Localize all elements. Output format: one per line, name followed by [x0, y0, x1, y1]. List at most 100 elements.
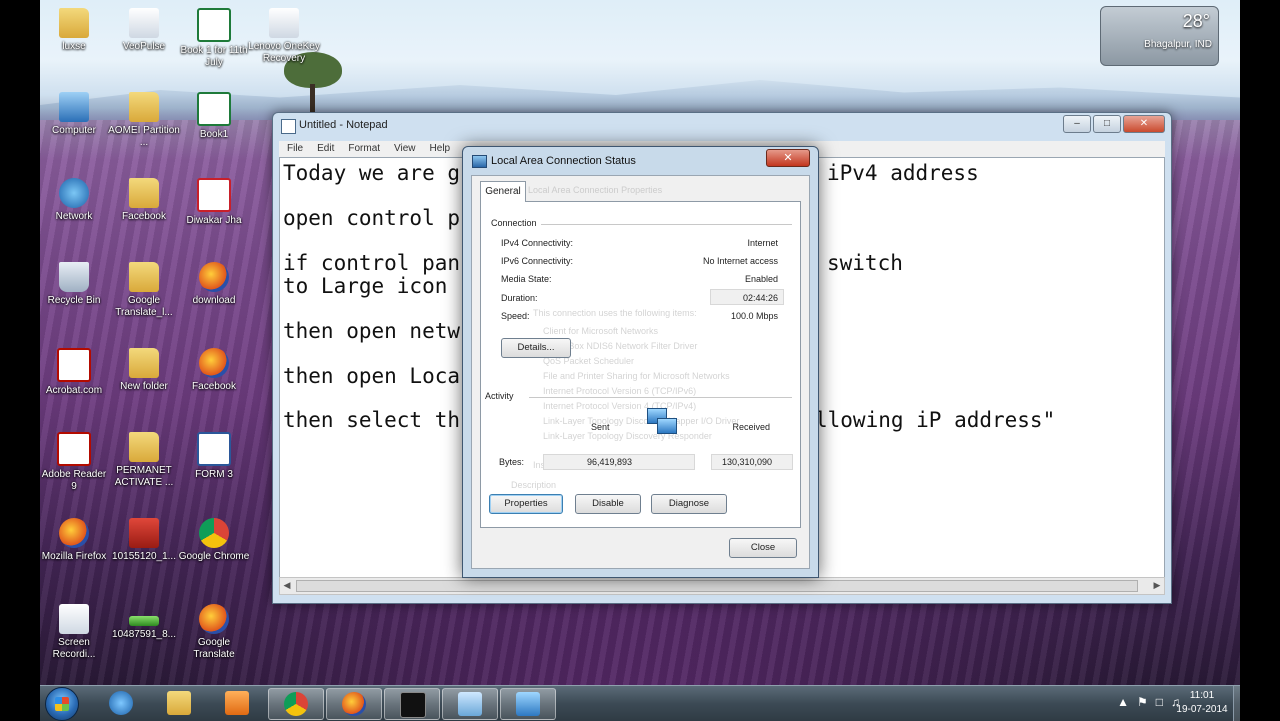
- text-line: open control p: [283, 206, 461, 230]
- taskbar-file-explorer[interactable]: [152, 688, 206, 718]
- taskbar-internet-explorer[interactable]: [94, 688, 148, 718]
- weather-city: Bhagalpur, IND: [1144, 39, 1212, 50]
- desktop-icon[interactable]: AOMEI Partition ...: [108, 92, 180, 149]
- recycle-bin-icon: [59, 262, 89, 292]
- text-line: then open Loca: [283, 364, 461, 388]
- menu-help[interactable]: Help: [430, 141, 451, 157]
- system-tray: ▲ ⚑ □ ♫: [1117, 695, 1180, 709]
- menu-file[interactable]: File: [287, 141, 303, 157]
- diagnose-button[interactable]: Diagnose: [651, 494, 727, 514]
- menu-view[interactable]: View: [394, 141, 416, 157]
- desktop-icon[interactable]: New folder: [108, 348, 180, 393]
- excel-icon: [197, 92, 231, 126]
- notepad-icon: [458, 692, 482, 716]
- folder-icon: [59, 8, 89, 38]
- connection-status-dialog[interactable]: Local Area Connection Status ✕ General L…: [462, 146, 819, 578]
- scroll-thumb[interactable]: [296, 580, 1138, 592]
- duration-value: 02:44:26: [742, 293, 778, 303]
- ipv6-label: IPv6 Connectivity:: [501, 256, 574, 266]
- desktop-icon[interactable]: Adobe Reader 9: [38, 432, 110, 493]
- taskbar-command-prompt[interactable]: [384, 688, 440, 720]
- desktop-icon[interactable]: Acrobat.com: [38, 348, 110, 397]
- folder-icon: [129, 178, 159, 208]
- taskbar-firefox[interactable]: [326, 688, 382, 720]
- desktop-icon[interactable]: Book 1 for 11th July: [178, 8, 250, 69]
- tab-general[interactable]: General: [480, 181, 526, 202]
- taskbar-media-player[interactable]: [210, 688, 264, 718]
- text-line: then select th: [283, 408, 461, 432]
- scroll-left-icon[interactable]: ◀: [280, 578, 294, 592]
- desktop-icon[interactable]: Mozilla Firefox: [38, 518, 110, 563]
- taskbar-notepad[interactable]: [442, 688, 498, 720]
- firefox-icon: [342, 692, 366, 716]
- clock[interactable]: 11:01 19-07-2014: [1172, 689, 1232, 717]
- menu-format[interactable]: Format: [348, 141, 380, 157]
- desktop-icon[interactable]: VeoPulse: [108, 8, 180, 53]
- window-title: Untitled - Notepad: [299, 119, 388, 131]
- dialog-body: General Local Area Connection Properties…: [471, 175, 810, 569]
- show-desktop-button[interactable]: [1233, 686, 1240, 721]
- desktop-icon[interactable]: Computer: [38, 92, 110, 137]
- scroll-right-icon[interactable]: ▶: [1150, 578, 1164, 592]
- flag-icon[interactable]: ⚑: [1137, 695, 1148, 709]
- folder-icon: [129, 348, 159, 378]
- close-button[interactable]: Close: [729, 538, 797, 558]
- horizontal-scrollbar[interactable]: ◀ ▶: [279, 577, 1165, 595]
- menu-edit[interactable]: Edit: [317, 141, 334, 157]
- firefox-icon: [199, 348, 229, 378]
- desktop-icon[interactable]: Google Translate_l...: [108, 262, 180, 319]
- network-tray-icon[interactable]: □: [1156, 695, 1163, 709]
- desktop-icon[interactable]: download: [178, 262, 250, 307]
- desktop-icon[interactable]: Book1: [178, 92, 250, 141]
- taskbar-chrome[interactable]: [268, 688, 324, 720]
- computer-icon: [59, 92, 89, 122]
- folder-icon: [129, 262, 159, 292]
- disable-button[interactable]: Disable: [575, 494, 641, 514]
- chevron-up-icon[interactable]: ▲: [1117, 695, 1129, 709]
- image-icon: [129, 616, 159, 626]
- activity-label: Activity: [483, 391, 516, 401]
- firefox-icon: [199, 262, 229, 292]
- ghost-tab: Local Area Connection Properties: [528, 185, 663, 195]
- taskbar: ▲ ⚑ □ ♫ 11:01 19-07-2014: [40, 685, 1240, 721]
- taskbar-network-status[interactable]: [500, 688, 556, 720]
- close-button[interactable]: ✕: [1123, 115, 1165, 133]
- desktop-icon[interactable]: Facebook: [108, 178, 180, 223]
- desktop-icon[interactable]: FORM 3: [178, 432, 250, 481]
- divider: [541, 224, 792, 225]
- desktop-icon[interactable]: Recycle Bin: [38, 262, 110, 307]
- clock-date: 19-07-2014: [1176, 704, 1228, 715]
- acrobat-icon: [57, 348, 91, 382]
- desktop-icon[interactable]: 10487591_8...: [108, 604, 180, 641]
- desktop-icon[interactable]: Facebook: [178, 348, 250, 393]
- text-line: if control pan: [283, 251, 461, 275]
- desktop-icon[interactable]: Network: [38, 178, 110, 223]
- close-icon[interactable]: ✕: [766, 149, 810, 167]
- desktop-icon[interactable]: Lenovo OneKey Recovery: [248, 8, 320, 65]
- ipv6-value: No Internet access: [702, 256, 778, 266]
- desktop-icon[interactable]: PERMANET ACTIVATE ...: [108, 432, 180, 489]
- ghost-text: Client for Microsoft Networks: [543, 326, 659, 336]
- text-fragment: iPv4 address: [827, 161, 979, 185]
- weather-gadget[interactable]: 28° Bhagalpur, IND: [1100, 6, 1219, 66]
- dialog-title: Local Area Connection Status: [491, 155, 636, 167]
- start-button[interactable]: [45, 687, 79, 721]
- desktop-icon[interactable]: Google Translate: [178, 604, 250, 661]
- desktop-icon[interactable]: Screen Recordi...: [38, 604, 110, 661]
- details-button[interactable]: Details...: [501, 338, 571, 358]
- text-line: Today we are g: [283, 161, 461, 185]
- word-icon: [197, 432, 231, 466]
- text-line: to Large icon: [283, 274, 448, 298]
- properties-button[interactable]: Properties: [489, 494, 563, 514]
- desktop-icon[interactable]: Diwakar Jha: [178, 178, 250, 227]
- command-prompt-icon: [400, 692, 426, 718]
- maximize-button[interactable]: □: [1093, 115, 1121, 133]
- minimize-button[interactable]: –: [1063, 115, 1091, 133]
- app-icon: [269, 8, 299, 38]
- ghost-text: Internet Protocol Version 6 (TCP/IPv6): [543, 386, 697, 396]
- desktop-icon[interactable]: Google Chrome: [178, 518, 250, 563]
- folder-icon: [129, 92, 159, 122]
- desktop-icon[interactable]: 10155120_1...: [108, 518, 180, 563]
- desktop-icon[interactable]: luxse: [38, 8, 110, 53]
- speed-label: Speed:: [501, 311, 530, 321]
